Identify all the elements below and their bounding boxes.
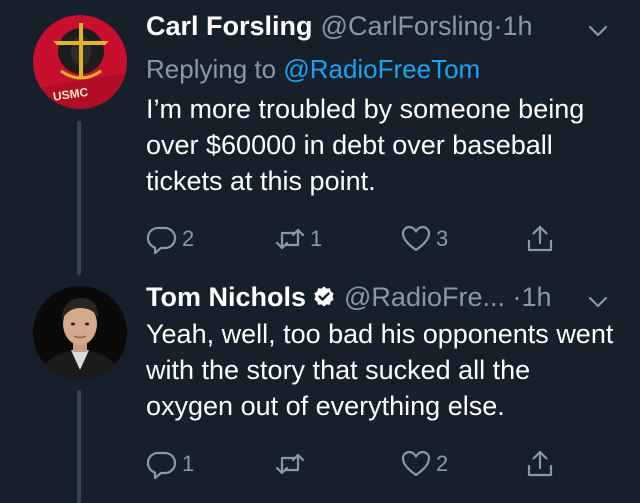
usmc-avatar-image: USMC	[33, 15, 127, 109]
replying-to-mention[interactable]: @RadioFreeTom	[283, 54, 480, 84]
avatar[interactable]	[33, 286, 127, 380]
timestamp[interactable]: 1h	[502, 11, 532, 41]
replying-to-label: Replying to	[146, 54, 277, 84]
reply-button[interactable]: 1	[146, 447, 194, 481]
share-icon	[527, 225, 553, 252]
verified-badge-icon	[314, 286, 334, 307]
replying-to: Replying to @RadioFreeTom	[146, 52, 480, 86]
reply-button[interactable]: 2	[146, 222, 194, 256]
reply-icon	[146, 451, 177, 480]
tweet-text: I’m more troubled by someone being over …	[146, 94, 585, 196]
share-button[interactable]	[524, 222, 556, 256]
share-icon	[527, 450, 553, 477]
retweet-button[interactable]: 1	[274, 222, 322, 256]
like-count: 3	[436, 226, 449, 251]
reply-count: 1	[182, 451, 195, 476]
reply-count: 2	[182, 226, 195, 251]
like-button[interactable]: 2	[400, 447, 448, 481]
tweet-actions: 2 1 3	[146, 222, 566, 256]
share-button[interactable]	[524, 447, 556, 481]
avatar[interactable]: USMC	[33, 15, 127, 109]
like-count: 2	[436, 451, 449, 476]
tweet-text: Yeah, well, too bad his opponents went w…	[146, 319, 614, 421]
heart-icon	[401, 450, 431, 477]
tweet-tom-nichols[interactable]: Tom Nichols @RadioFre... ·1h Yeah, well,…	[0, 275, 640, 503]
username[interactable]: @RadioFre...	[344, 282, 505, 312]
tweet-actions: 1 2	[146, 447, 566, 481]
retweet-icon	[275, 228, 305, 250]
reply-icon	[146, 226, 177, 255]
timestamp[interactable]: 1h	[522, 282, 552, 312]
username[interactable]: @CarlForsling	[321, 11, 494, 41]
retweet-button[interactable]	[274, 447, 310, 481]
display-name[interactable]: Carl Forsling	[146, 11, 313, 41]
tweet-header: Carl Forsling @CarlForsling·1h	[146, 9, 620, 43]
separator-dot: ·	[512, 282, 522, 312]
chevron-down-icon[interactable]	[586, 19, 610, 43]
tweet-header: Tom Nichols @RadioFre... ·1h	[146, 280, 620, 314]
chevron-down-icon[interactable]	[586, 290, 610, 314]
thread-connector	[77, 390, 81, 503]
thread-connector	[77, 121, 81, 275]
like-button[interactable]: 3	[400, 222, 448, 256]
retweet-icon	[275, 453, 305, 475]
display-name[interactable]: Tom Nichols	[146, 282, 306, 312]
tweet-carl-forsling[interactable]: USMC Carl Forsling @CarlForsling·1h Reply…	[0, 0, 640, 275]
heart-icon	[401, 225, 431, 252]
profile-photo	[33, 286, 127, 380]
retweet-count: 1	[310, 226, 323, 251]
